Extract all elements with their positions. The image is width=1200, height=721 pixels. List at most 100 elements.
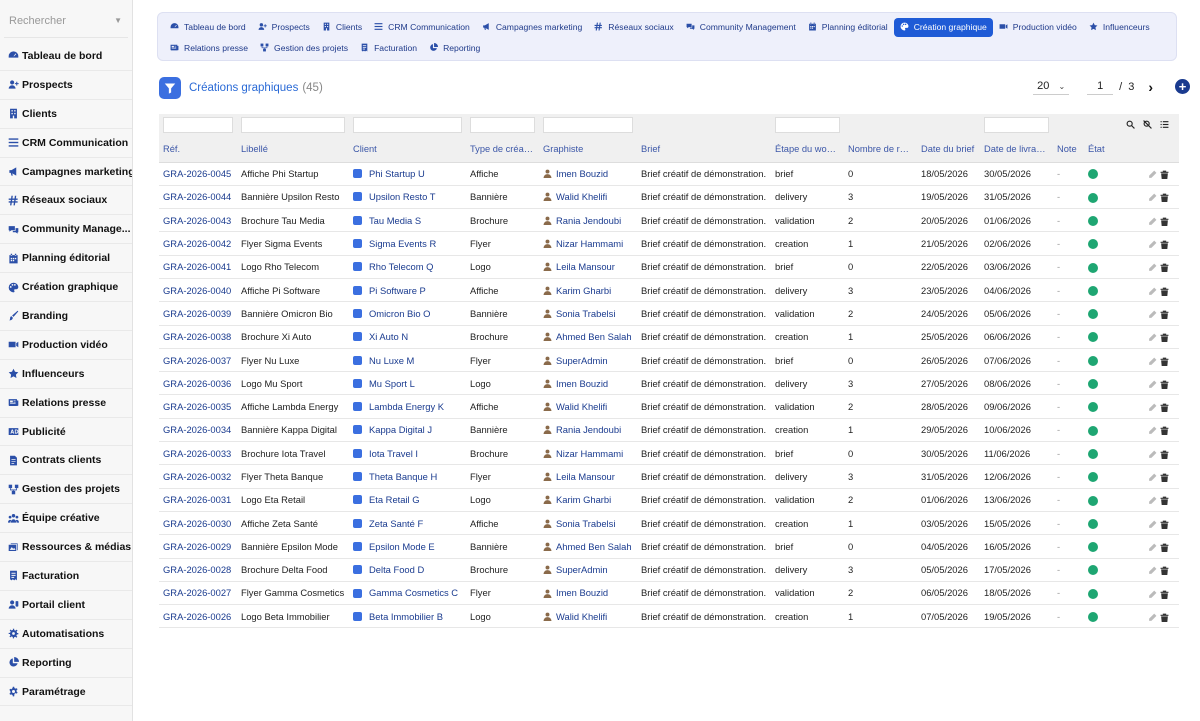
sidebar-item-campagnes-marketing[interactable]: Campagnes marketing [0, 158, 132, 187]
table-row[interactable]: GRA-2026-0045 Affiche Phi Startup Phi Star… [159, 162, 1179, 186]
client-link[interactable]: Gamma Cosmetics C [369, 587, 458, 598]
sidebar-item-publicite[interactable]: Publicité [0, 418, 132, 447]
sidebar-item-clients[interactable]: Clients [0, 100, 132, 129]
cell-ref[interactable]: GRA-2026-0037 [159, 348, 237, 373]
sidebar-item-reporting[interactable]: Reporting [0, 649, 132, 678]
client-link[interactable]: Epsilon Mode E [369, 541, 435, 552]
cell-ref[interactable]: GRA-2026-0045 [159, 162, 237, 186]
cell-graphiste[interactable]: Walid Khelifi [539, 394, 637, 419]
tab-gestion-des-projets[interactable]: Gestion des projets [254, 39, 354, 58]
cell-graphiste[interactable]: SuperAdmin [539, 348, 637, 373]
list-view-icon[interactable] [1160, 116, 1169, 134]
cell-ref[interactable]: GRA-2026-0029 [159, 534, 237, 559]
cell-ref[interactable]: GRA-2026-0034 [159, 418, 237, 443]
graphiste-link[interactable]: Rania Jendoubi [556, 424, 621, 435]
cell-ref[interactable]: GRA-2026-0044 [159, 185, 237, 210]
cell-client[interactable]: Lambda Energy K [349, 394, 466, 419]
column-header-ref[interactable]: Réf. [159, 136, 237, 163]
client-link[interactable]: Theta Banque H [369, 471, 437, 482]
cell-graphiste[interactable]: Imen Bouzid [539, 371, 637, 396]
trash-icon[interactable] [1160, 403, 1169, 413]
cell-ref[interactable]: GRA-2026-0038 [159, 325, 237, 349]
graphiste-link[interactable]: Karim Gharbi [556, 494, 611, 505]
sidebar-item-gestion-des-projets[interactable]: Gestion des projets [0, 475, 132, 505]
column-header-libelle[interactable]: Libellé [237, 136, 349, 163]
cell-ref[interactable]: GRA-2026-0028 [159, 558, 237, 582]
tab-prospects[interactable]: Prospects [252, 18, 316, 37]
table-row[interactable]: GRA-2026-0033 Brochure Iota Travel Iota Tr… [159, 441, 1179, 466]
client-link[interactable]: Upsilon Resto T [369, 191, 436, 202]
column-header-etat[interactable]: État [1084, 136, 1121, 163]
edit-icon[interactable] [1148, 357, 1157, 366]
edit-icon[interactable] [1148, 590, 1157, 599]
sidebar-item-prospects[interactable]: Prospects [0, 71, 132, 100]
sidebar-item-facturation[interactable]: Facturation [0, 562, 132, 591]
table-row[interactable]: GRA-2026-0027 Flyer Gamma Cosmetics Gamma … [159, 581, 1179, 606]
trash-icon[interactable] [1160, 310, 1169, 319]
tab-facturation[interactable]: Facturation [354, 39, 423, 58]
table-row[interactable]: GRA-2026-0041 Logo Rho Telecom Rho Telecom… [159, 255, 1179, 279]
client-link[interactable]: Eta Retail G [369, 494, 420, 505]
graphiste-link[interactable]: Sonia Trabelsi [556, 308, 615, 319]
graphiste-link[interactable]: Nizar Hammami [556, 238, 623, 249]
trash-icon[interactable] [1160, 543, 1169, 552]
edit-icon[interactable] [1148, 496, 1157, 505]
edit-icon[interactable] [1148, 380, 1157, 389]
trash-icon[interactable] [1160, 193, 1169, 203]
edit-icon[interactable] [1148, 240, 1157, 249]
sidebar-item-reseaux-sociaux[interactable]: Réseaux sociaux [0, 186, 132, 216]
trash-icon[interactable] [1160, 450, 1169, 459]
cell-client[interactable]: Nu Luxe M [349, 348, 466, 373]
client-link[interactable]: Omicron Bio O [369, 308, 430, 319]
tab-relations-presse[interactable]: Relations presse [164, 39, 254, 58]
page-input[interactable]: 1 [1087, 78, 1114, 95]
graphiste-link[interactable]: SuperAdmin [556, 355, 608, 366]
tab-community-management[interactable]: Community Management [680, 18, 802, 37]
edit-icon[interactable] [1148, 333, 1157, 342]
graphiste-link[interactable]: Nizar Hammami [556, 448, 623, 459]
edit-icon[interactable] [1148, 426, 1157, 435]
sidebar-item-influenceurs[interactable]: Influenceurs [0, 360, 132, 389]
column-header-client[interactable]: Client [349, 136, 466, 163]
cell-graphiste[interactable]: Sonia Trabelsi [539, 301, 637, 326]
tab-production-video[interactable]: Production vidéo [993, 18, 1083, 37]
cell-client[interactable]: Eta Retail G [349, 488, 466, 512]
graphiste-link[interactable]: SuperAdmin [556, 564, 608, 575]
cell-client[interactable]: Zeta Santé F [349, 511, 466, 536]
cell-client[interactable]: Delta Food D [349, 558, 466, 582]
trash-icon[interactable] [1160, 566, 1169, 576]
cell-client[interactable]: Rho Telecom Q [349, 255, 466, 279]
cell-ref[interactable]: GRA-2026-0033 [159, 441, 237, 466]
sidebar-item-contrats-clients[interactable]: Contrats clients [0, 446, 132, 476]
column-header-type-de-crea[interactable]: Type de créa… [466, 136, 539, 163]
trash-icon[interactable] [1160, 240, 1169, 250]
cell-client[interactable]: Kappa Digital J [349, 418, 466, 443]
cell-graphiste[interactable]: SuperAdmin [539, 558, 637, 582]
cell-ref[interactable]: GRA-2026-0032 [159, 464, 237, 489]
client-link[interactable]: Iota Travel I [369, 448, 418, 459]
edit-icon[interactable] [1148, 310, 1157, 319]
sidebar-item-tableau-de-bord[interactable]: Tableau de bord [0, 42, 132, 71]
filter-graphiste[interactable] [539, 114, 637, 136]
client-link[interactable]: Beta Immobilier B [369, 611, 443, 622]
client-link[interactable]: Phi Startup U [369, 168, 425, 179]
client-link[interactable]: Rho Telecom Q [369, 261, 433, 272]
graphiste-link[interactable]: Sonia Trabelsi [556, 518, 615, 529]
cell-graphiste[interactable]: Karim Gharbi [539, 278, 637, 303]
graphiste-link[interactable]: Imen Bouzid [556, 378, 608, 389]
cell-client[interactable]: Pi Software P [349, 278, 466, 303]
graphiste-link[interactable]: Ahmed Ben Salah [556, 541, 632, 552]
edit-icon[interactable] [1148, 566, 1157, 575]
filter-etape[interactable] [771, 114, 844, 136]
cell-graphiste[interactable]: Karim Gharbi [539, 488, 637, 512]
cell-client[interactable]: Beta Immobilier B [349, 604, 466, 629]
trash-icon[interactable] [1160, 426, 1169, 436]
cell-graphiste[interactable]: Nizar Hammami [539, 441, 637, 466]
edit-icon[interactable] [1148, 450, 1157, 459]
trash-icon[interactable] [1160, 380, 1169, 389]
trash-icon[interactable] [1160, 287, 1169, 296]
trash-icon[interactable] [1160, 520, 1169, 529]
sidebar-item-portail-client[interactable]: Portail client [0, 591, 132, 620]
chevron-down-icon[interactable]: ▼ [114, 16, 122, 25]
client-link[interactable]: Kappa Digital J [369, 424, 432, 435]
